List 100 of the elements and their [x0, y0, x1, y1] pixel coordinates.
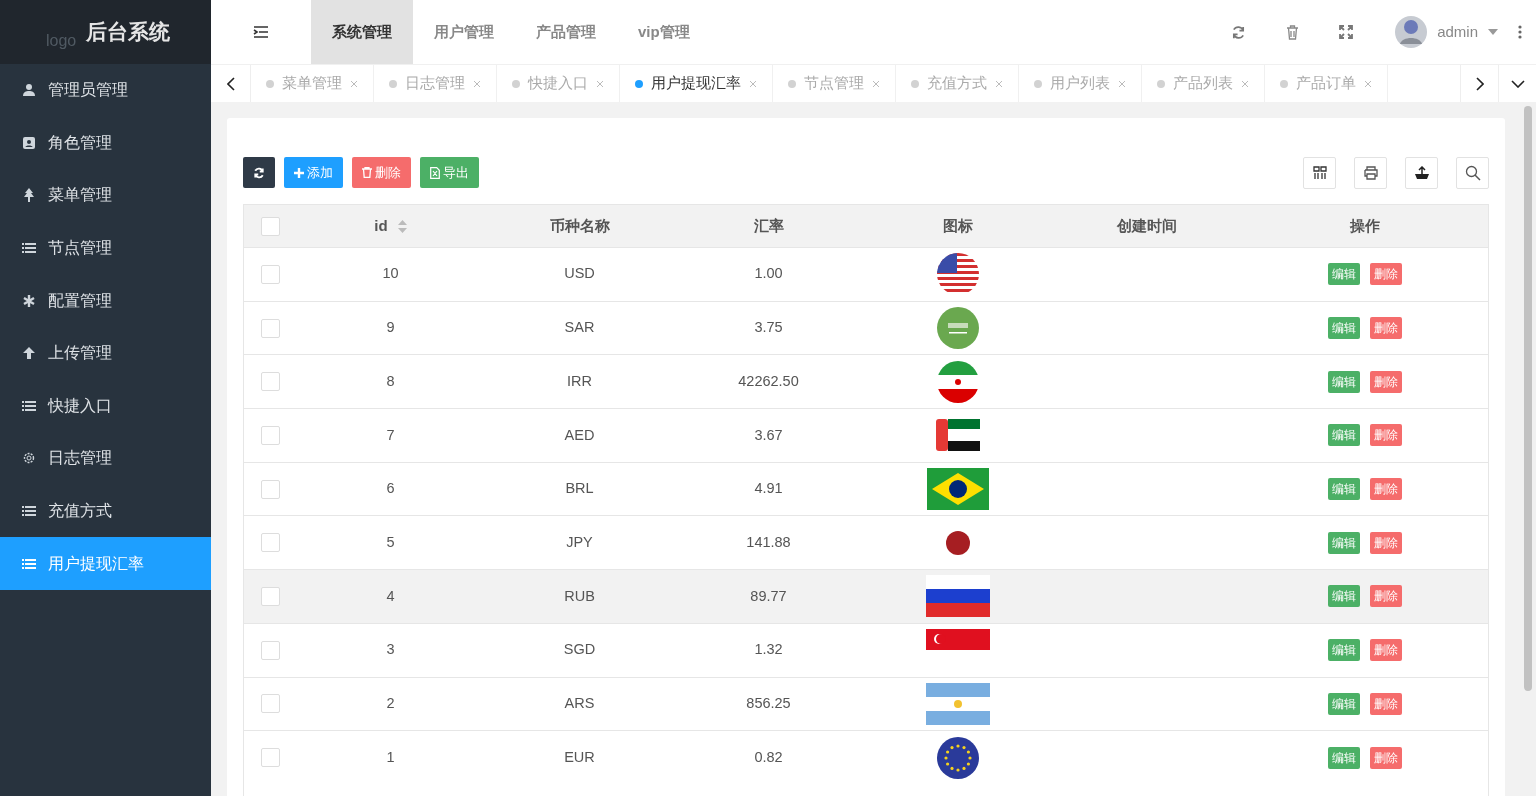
- edit-button[interactable]: 编辑: [1327, 692, 1360, 715]
- page-tab[interactable]: 产品订单: [1265, 65, 1388, 102]
- row-checkbox[interactable]: [260, 748, 280, 768]
- sidebar-item[interactable]: 上传管理: [0, 326, 211, 380]
- table-cell-text: SAR: [564, 318, 595, 338]
- row-checkbox[interactable]: [260, 479, 280, 499]
- print-icon[interactable]: [1354, 156, 1387, 189]
- top-nav-tab[interactable]: 产品管理: [515, 0, 617, 64]
- add-button[interactable]: 添加: [284, 157, 343, 188]
- close-icon[interactable]: [596, 79, 604, 88]
- sidebar-item[interactable]: 快捷入口: [0, 379, 211, 433]
- delete-button[interactable]: 删除: [1369, 424, 1402, 447]
- close-icon[interactable]: [1118, 79, 1126, 88]
- top-nav-tab[interactable]: 用户管理: [413, 0, 515, 64]
- row-checkbox[interactable]: [260, 533, 280, 553]
- table-cell-text: 0.82: [754, 747, 783, 767]
- table-cell-text: RUB: [564, 586, 595, 606]
- delete-button[interactable]: 删除: [1369, 478, 1402, 501]
- edit-button[interactable]: 编辑: [1327, 531, 1360, 554]
- row-checkbox[interactable]: [260, 318, 280, 338]
- close-icon[interactable]: [749, 79, 757, 88]
- table-cell-text: 3.75: [754, 318, 783, 338]
- sidebar-item[interactable]: 菜单管理: [0, 169, 211, 222]
- table-cell-text: SGD: [563, 640, 596, 660]
- column-header: 汇率: [753, 215, 784, 236]
- user-icon: [22, 83, 36, 98]
- column-header[interactable]: id: [374, 214, 388, 238]
- select-all-checkbox[interactable]: [260, 216, 280, 236]
- page-tab[interactable]: 快捷入口: [497, 65, 620, 102]
- edit-button[interactable]: 编辑: [1327, 585, 1360, 608]
- avatar-icon: [1395, 16, 1428, 48]
- export-button[interactable]: 导出: [420, 157, 479, 188]
- row-checkbox[interactable]: [260, 264, 280, 284]
- close-icon[interactable]: [350, 79, 358, 88]
- delete-button[interactable]: 删除: [1369, 370, 1402, 393]
- sort-icon[interactable]: [397, 219, 407, 233]
- trash-icon: [362, 167, 372, 178]
- user-name[interactable]: admin: [1437, 20, 1478, 44]
- delete-button[interactable]: 删除: [1369, 585, 1402, 608]
- list-icon: [22, 556, 36, 571]
- export-icon[interactable]: [1405, 156, 1438, 189]
- delete-button[interactable]: 删除: [352, 157, 411, 188]
- search-icon[interactable]: [1456, 156, 1489, 189]
- table-cell-text: 1.00: [754, 264, 783, 284]
- flag-icon: [925, 629, 990, 651]
- table-cell-text: 6: [386, 479, 395, 499]
- sidebar-item[interactable]: 日志管理: [0, 432, 211, 485]
- edit-button[interactable]: 编辑: [1327, 478, 1360, 501]
- edit-button[interactable]: 编辑: [1327, 263, 1360, 286]
- spreadsheet-file-icon: [430, 166, 440, 179]
- page-tab[interactable]: 用户列表: [1019, 65, 1142, 102]
- sidebar-item[interactable]: 管理员管理: [0, 64, 211, 117]
- sidebar-item[interactable]: 充值方式: [0, 484, 211, 538]
- edit-button[interactable]: 编辑: [1327, 746, 1360, 769]
- column-header: 创建时间: [1116, 215, 1177, 236]
- table-cell-text: 5: [386, 532, 395, 552]
- edit-button[interactable]: 编辑: [1327, 317, 1360, 340]
- delete-button[interactable]: 删除: [1369, 746, 1402, 769]
- close-icon[interactable]: [1364, 79, 1372, 88]
- refresh-button[interactable]: [243, 157, 275, 188]
- row-checkbox[interactable]: [260, 586, 280, 606]
- edit-button[interactable]: 编辑: [1327, 424, 1360, 447]
- close-icon[interactable]: [1241, 79, 1249, 88]
- close-icon[interactable]: [872, 79, 880, 88]
- table-cell-text: ARS: [564, 693, 595, 713]
- delete-button[interactable]: 删除: [1369, 692, 1402, 715]
- columns-icon[interactable]: [1303, 156, 1336, 189]
- edit-button[interactable]: 编辑: [1327, 639, 1360, 662]
- top-nav-tab[interactable]: vip管理: [617, 0, 711, 64]
- page-tab[interactable]: 产品列表: [1142, 65, 1265, 102]
- row-checkbox[interactable]: [260, 640, 280, 660]
- delete-button[interactable]: 删除: [1369, 317, 1402, 340]
- page-tab[interactable]: 菜单管理: [251, 65, 374, 102]
- sidebar-item[interactable]: 角色管理: [0, 116, 211, 170]
- sidebar-item[interactable]: 配置管理: [0, 274, 211, 327]
- table-row[interactable]: 4 RUB 89.77 编辑 删除: [244, 569, 1488, 623]
- asterisk-icon: [22, 293, 36, 308]
- sidebar-item[interactable]: 节点管理: [0, 221, 211, 275]
- delete-button[interactable]: 删除: [1369, 531, 1402, 554]
- sidebar-item[interactable]: 用户提现汇率: [0, 537, 211, 590]
- delete-button[interactable]: 删除: [1369, 639, 1402, 662]
- page-tab[interactable]: 充值方式: [896, 65, 1019, 102]
- page-tab[interactable]: 用户提现汇率: [620, 65, 773, 102]
- row-checkbox[interactable]: [260, 372, 280, 392]
- page-tab[interactable]: 节点管理: [773, 65, 896, 102]
- row-checkbox[interactable]: [260, 425, 280, 445]
- delete-button[interactable]: 删除: [1369, 263, 1402, 286]
- table-cell-text: 4: [386, 586, 395, 606]
- top-nav-tab[interactable]: 系统管理: [311, 0, 413, 64]
- close-icon[interactable]: [473, 79, 481, 88]
- column-header: 币种名称: [549, 215, 610, 236]
- row-checkbox[interactable]: [260, 694, 280, 714]
- page-tab[interactable]: 日志管理: [374, 65, 497, 102]
- table-cell-text: 856.25: [746, 693, 791, 713]
- edit-button[interactable]: 编辑: [1327, 370, 1360, 393]
- close-icon[interactable]: [995, 79, 1003, 88]
- badge-icon: [22, 135, 36, 150]
- table-cell-text: 4.91: [754, 479, 783, 499]
- list-icon: [22, 398, 36, 413]
- table-cell-text: 1: [386, 747, 395, 767]
